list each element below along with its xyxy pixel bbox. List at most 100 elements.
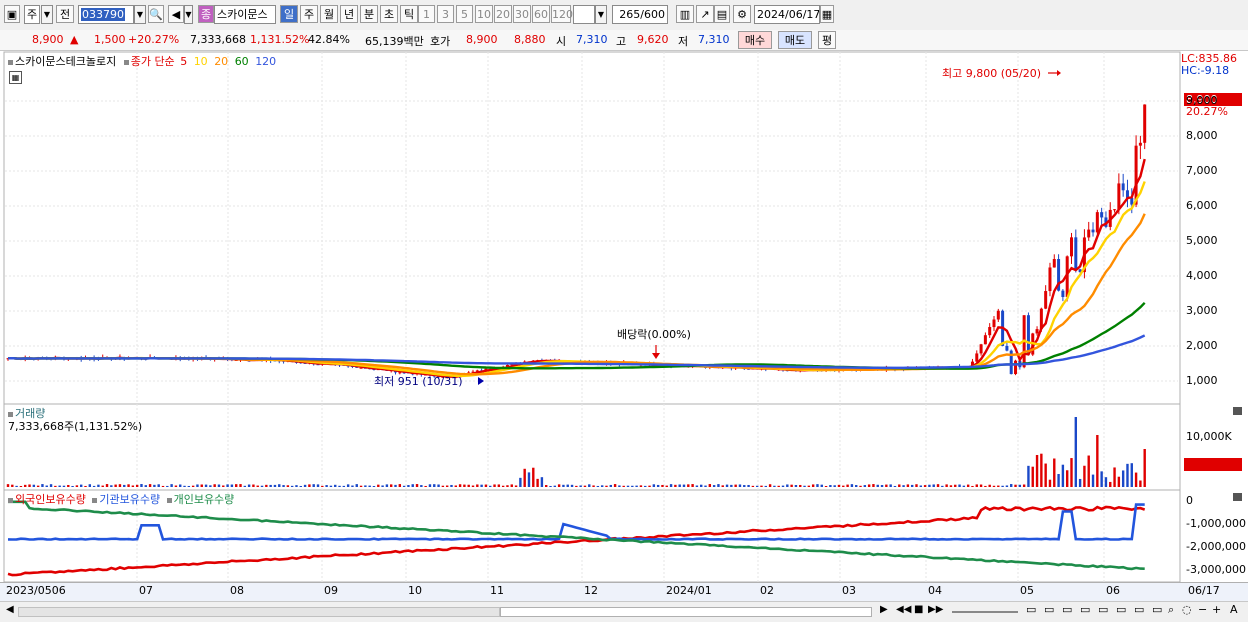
volume-bar [1104, 477, 1108, 487]
speaker-dropdown-icon[interactable]: ▼ [184, 5, 193, 24]
layout-icon-2[interactable]: ▭ [1044, 603, 1054, 616]
sell-button[interactable]: 매도 [778, 31, 812, 49]
period-week-button[interactable]: 주 [300, 5, 318, 23]
period-month-button[interactable]: 월 [320, 5, 338, 23]
zoom-out-icon[interactable]: − [1198, 603, 1207, 616]
minute-3-label: 3 [442, 8, 449, 21]
volume-bar [885, 484, 888, 487]
layout-icon-7[interactable]: ▭ [1134, 603, 1144, 616]
volume-bar [278, 484, 281, 487]
gear-icon[interactable]: ⚙ [733, 5, 751, 23]
minute-3-button[interactable]: 3 [437, 5, 454, 23]
volume-bar [127, 484, 130, 487]
volume-bar [123, 484, 126, 487]
interval-dropdown-icon[interactable]: ▼ [595, 5, 607, 24]
volume-panel-close-icon[interactable] [1233, 407, 1242, 415]
period-day-button[interactable]: 일 [280, 5, 298, 23]
minute-20-button[interactable]: 20 [494, 5, 512, 23]
code-dropdown-icon[interactable]: ▼ [134, 5, 146, 24]
layout-icon-4[interactable]: ▭ [1080, 603, 1090, 616]
zoom-search-icon[interactable]: ⌕ [1168, 603, 1174, 617]
drawing-tool-icon[interactable]: ↗ [696, 5, 714, 23]
volume-ytick: 10,000K [1186, 430, 1232, 443]
layout-icon-5[interactable]: ▭ [1098, 603, 1108, 616]
volume-bar [846, 484, 849, 487]
volume-bar [902, 485, 905, 487]
layout-icon-1[interactable]: ▭ [1026, 603, 1036, 616]
chevron-down-icon[interactable]: ▼ [41, 5, 53, 24]
holding-panel-close-icon[interactable] [1233, 493, 1242, 501]
buy-button[interactable]: 매수 [738, 31, 772, 49]
volume-bar [1044, 463, 1047, 487]
minute-5-button[interactable]: 5 [456, 5, 473, 23]
volume-bar [187, 485, 191, 487]
minute-120-button[interactable]: 120 [551, 5, 573, 23]
ma-label: 종가 단순 [130, 55, 175, 68]
volume-bar [678, 484, 681, 487]
minute-60-button[interactable]: 60 [532, 5, 550, 23]
minute-10-button[interactable]: 10 [475, 5, 493, 23]
layout-icon-6[interactable]: ▭ [1116, 603, 1126, 616]
candle-body [1113, 209, 1117, 211]
font-size-icon[interactable]: A [1230, 603, 1238, 616]
volume-bar [648, 485, 651, 487]
rewind-icon[interactable]: ◀◀ [896, 604, 911, 615]
minute-30-button[interactable]: 30 [513, 5, 531, 23]
candle-body [1134, 145, 1138, 205]
low-price: 7,310 [698, 33, 730, 46]
window-icon[interactable]: ▣ [4, 5, 20, 23]
volume-bar [1117, 476, 1121, 487]
volume-bar [75, 485, 79, 487]
volume-bar [501, 485, 505, 487]
legend-bullet-icon [8, 412, 13, 417]
code-value: 033790 [81, 8, 125, 21]
volume-bar [566, 484, 569, 487]
volume-bar [764, 485, 767, 487]
volume-bar [755, 485, 759, 487]
layout-icon-8[interactable]: ▭ [1152, 603, 1162, 616]
candle-body [1091, 229, 1095, 233]
fast-forward-icon[interactable]: ▶▶ [928, 604, 943, 615]
save-icon[interactable]: ▤ [714, 5, 730, 23]
volume-bar [67, 484, 70, 487]
price-panel-frame [3, 51, 1181, 405]
period-type-select[interactable]: 주 [24, 5, 40, 24]
table-icon[interactable]: ▦ [9, 71, 22, 84]
prev-button[interactable]: 전 [56, 5, 74, 23]
layout-icon-3[interactable]: ▭ [1062, 603, 1072, 616]
ma60-label: 60 [234, 55, 249, 68]
volume-bar [1018, 484, 1022, 487]
zoom-reset-icon[interactable]: ◌ [1182, 603, 1192, 616]
chart-type-icon[interactable]: ▥ [676, 5, 694, 23]
scrollbar-track[interactable] [18, 607, 500, 617]
zoom-in-icon[interactable]: + [1212, 603, 1221, 616]
volume-bar [269, 484, 272, 487]
volume-bar [816, 484, 819, 487]
price-ytick: 2,000 [1186, 339, 1218, 352]
volume-bar [36, 485, 40, 487]
eval-button[interactable]: 평 [818, 31, 836, 49]
stock-name-field[interactable]: 스카이문스 [214, 5, 276, 24]
holding-ytick-1: -1,000,000 [1186, 517, 1246, 530]
minute-1-button[interactable]: 1 [418, 5, 435, 23]
scrollbar-thumb[interactable] [500, 607, 872, 617]
speaker-icon[interactable]: ◀ [168, 5, 184, 23]
search-icon[interactable]: 🔍 [148, 5, 164, 23]
period-second-button[interactable]: 초 [380, 5, 398, 23]
scroll-left-icon[interactable]: ◀ [6, 604, 14, 615]
custom-interval-input[interactable] [573, 5, 595, 24]
period-year-button[interactable]: 년 [340, 5, 358, 23]
calendar-icon[interactable]: ▦ [820, 5, 834, 23]
period-tick-button[interactable]: 틱 [400, 5, 418, 23]
volume-bar [390, 484, 393, 487]
code-input[interactable]: 033790 [78, 5, 134, 24]
volume-bar [226, 484, 229, 487]
volume-bar [321, 485, 324, 487]
stop-icon[interactable]: ■ [914, 604, 923, 615]
scroll-right-icon[interactable]: ▶ [880, 604, 888, 615]
zoom-slider[interactable] [952, 611, 1018, 613]
period-minute-button[interactable]: 분 [360, 5, 378, 23]
volume-bar [467, 484, 470, 487]
count-field[interactable]: 265/600 [612, 5, 668, 24]
date-input[interactable]: 2024/06/17 [754, 5, 820, 24]
